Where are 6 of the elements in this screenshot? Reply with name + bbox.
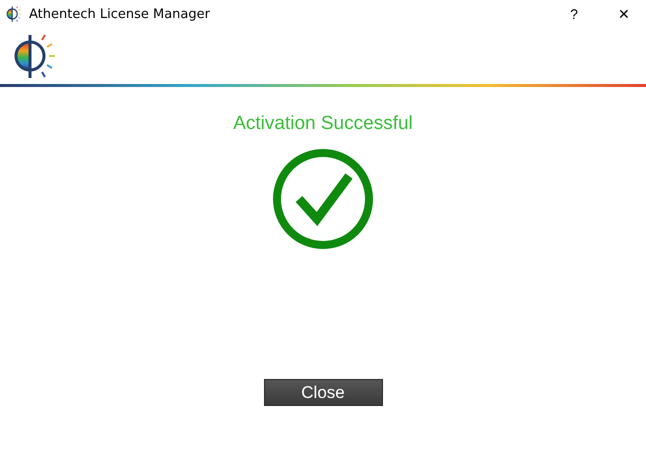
app-logo-icon — [5, 5, 23, 23]
close-button[interactable]: ✕ — [602, 0, 646, 28]
help-button[interactable]: ? — [552, 0, 596, 28]
close-dialog-button[interactable]: Close — [264, 379, 382, 406]
status-message: Activation Successful — [233, 113, 413, 135]
window-title: Athentech License Manager — [29, 6, 211, 22]
